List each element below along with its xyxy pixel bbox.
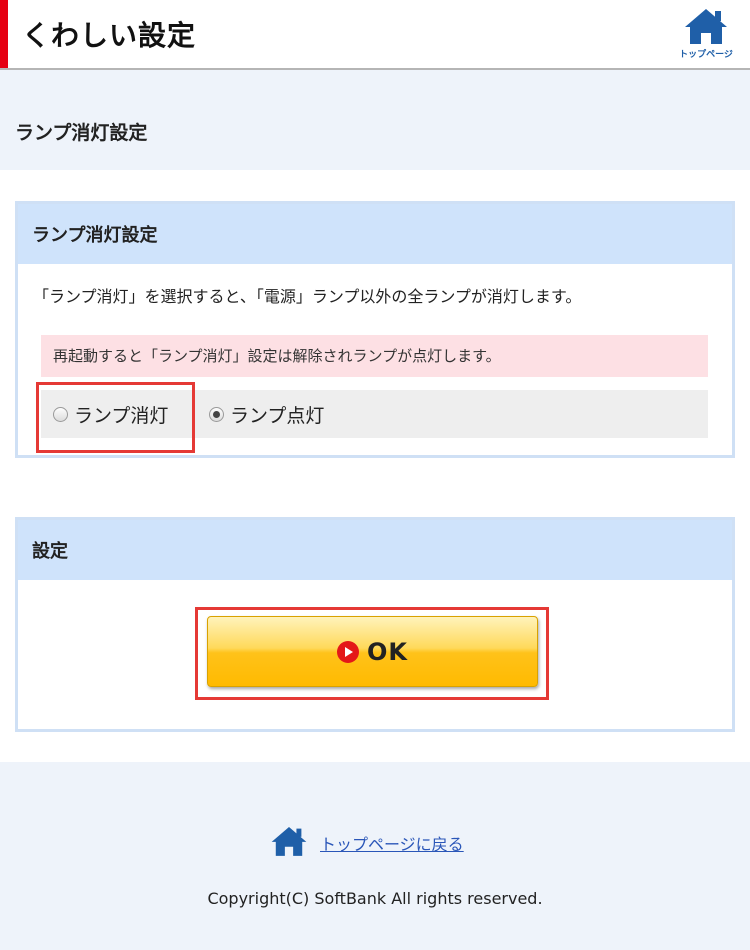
home-button[interactable]: トップページ (676, 6, 736, 64)
back-to-top-link[interactable]: トップページに戻る (270, 824, 464, 862)
radio-lamp-on[interactable]: ランプ点灯 (209, 390, 324, 438)
highlight-box-ok (195, 607, 549, 700)
copyright-text: Copyright(C) SoftBank All rights reserve… (207, 889, 543, 908)
radio-lamp-on-label: ランプ点灯 (230, 404, 325, 427)
lamp-panel-heading: ランプ消灯設定 (18, 204, 732, 264)
radio-lamp-on-circle[interactable] (209, 406, 224, 422)
page-subtitle: ランプ消灯設定 (15, 122, 148, 144)
back-to-top-label[interactable]: トップページに戻る (320, 831, 464, 855)
home-icon (676, 6, 736, 46)
header-bar: くわしい設定 トップページ (0, 0, 750, 70)
header-accent-bar (0, 0, 8, 68)
restart-warning: 再起動すると「ランプ消灯」設定は解除されランプが点灯します。 (41, 335, 708, 377)
page-title: くわしい設定 (22, 19, 197, 52)
highlight-box-lamp-off (36, 382, 195, 453)
home-icon (270, 824, 308, 862)
home-button-label: トップページ (679, 50, 733, 60)
lamp-description: 「ランプ消灯」を選択すると、「電源」ランプ以外の全ランプが消灯します。 (33, 287, 582, 306)
settings-panel-heading: 設定 (18, 520, 732, 580)
